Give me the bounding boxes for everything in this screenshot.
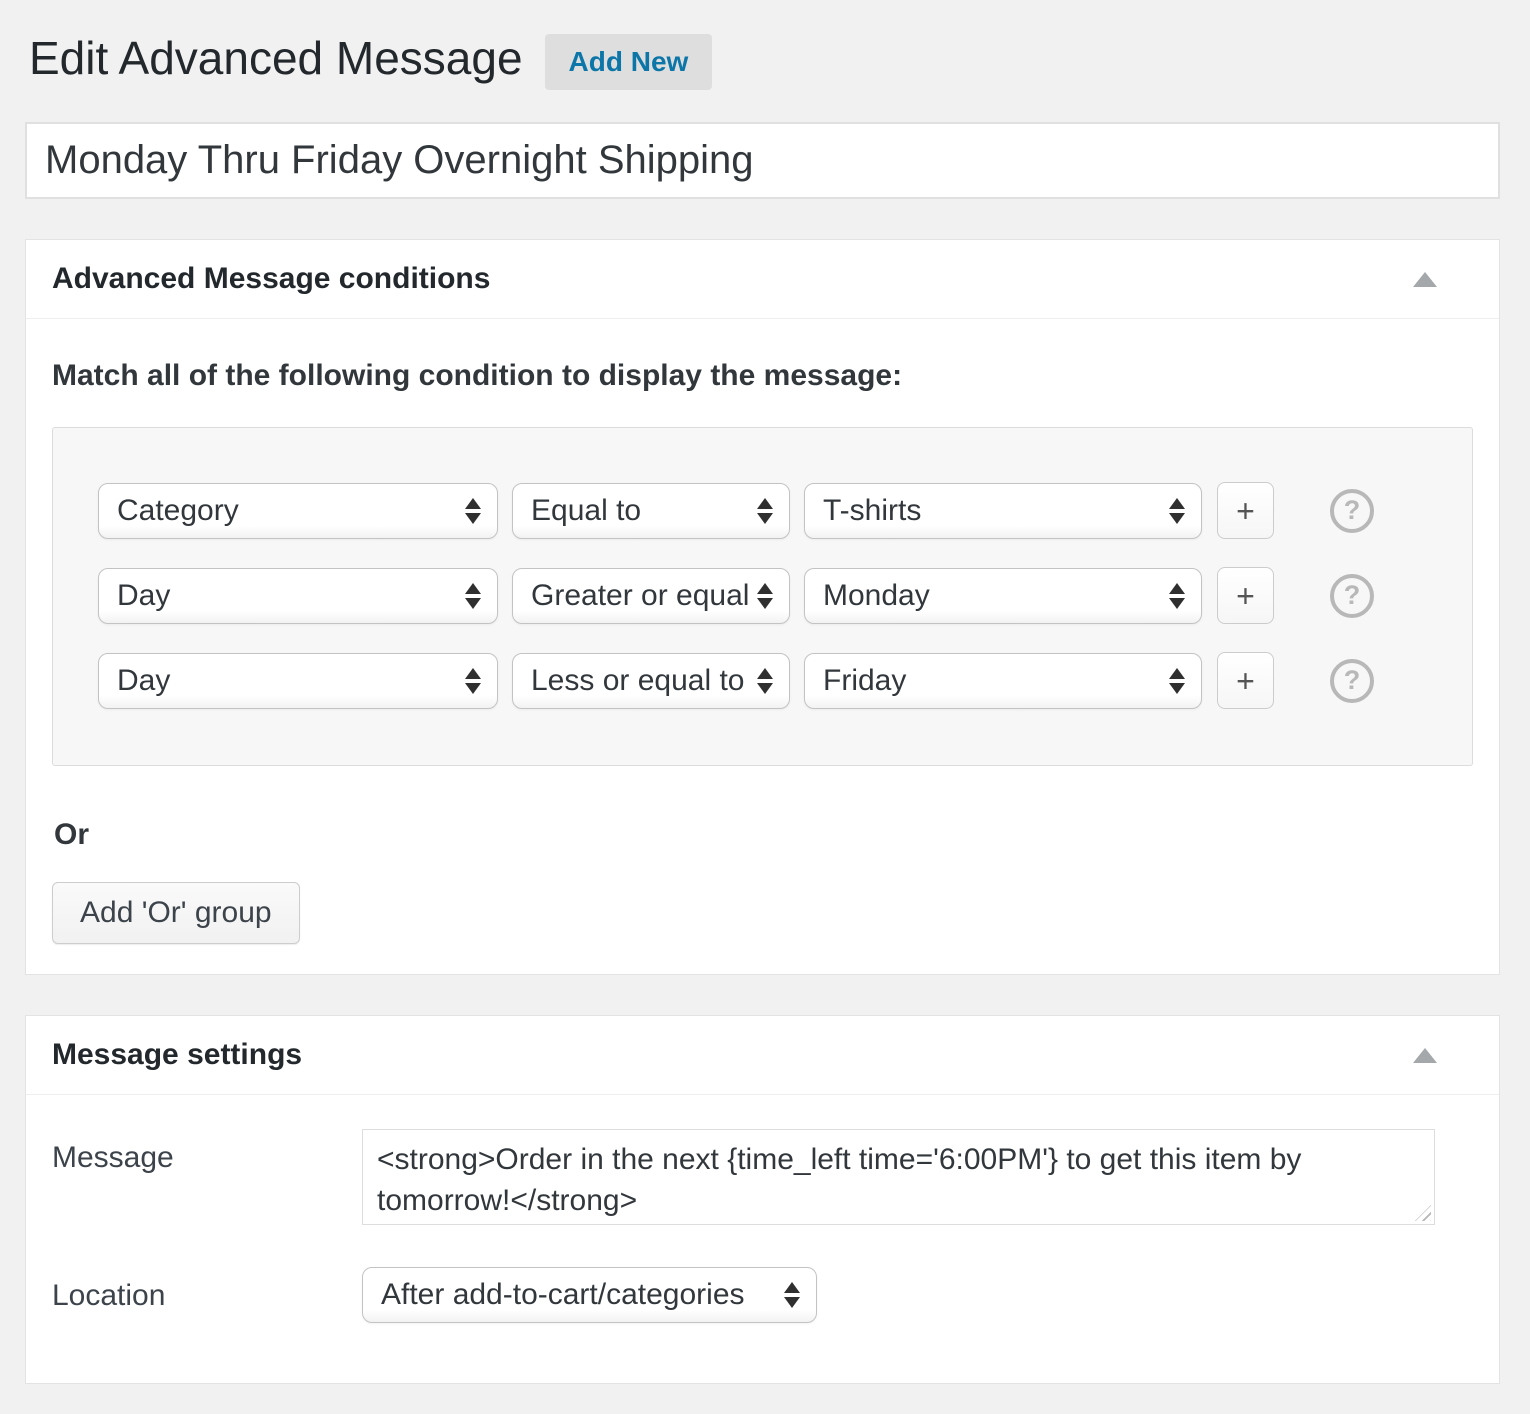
chevron-up-down-icon	[465, 668, 481, 694]
condition-field-select[interactable]: Day	[98, 568, 498, 624]
select-value: Friday	[823, 664, 906, 698]
select-value: After add-to-cart/categories	[381, 1278, 745, 1312]
chevron-up-down-icon	[757, 498, 773, 524]
post-title-input[interactable]	[25, 122, 1500, 199]
condition-operator-select[interactable]: Equal to	[512, 483, 790, 539]
page-header: Edit Advanced Message Add New	[29, 28, 1500, 90]
message-textarea[interactable]: <strong>Order in the next {time_left tim…	[362, 1129, 1435, 1225]
condition-operator-select[interactable]: Less or equal to	[512, 653, 790, 709]
condition-value-select[interactable]: Monday	[804, 568, 1202, 624]
select-value: Less or equal to	[531, 664, 744, 698]
select-value: Equal to	[531, 494, 641, 528]
triangle-up-icon	[1413, 272, 1437, 287]
condition-field-select[interactable]: Day	[98, 653, 498, 709]
triangle-up-icon	[1413, 1048, 1437, 1063]
chevron-up-down-icon	[757, 668, 773, 694]
condition-value-select[interactable]: T-shirts	[804, 483, 1202, 539]
select-value: Category	[117, 494, 239, 528]
chevron-up-down-icon	[784, 1282, 800, 1308]
add-new-button[interactable]: Add New	[545, 34, 713, 90]
conditions-metabox: Advanced Message conditions Match all of…	[25, 239, 1500, 975]
title-input-wrap	[25, 122, 1500, 199]
location-select[interactable]: After add-to-cart/categories	[362, 1267, 817, 1323]
settings-metabox: Message settings Message <strong>Order i…	[25, 1015, 1500, 1384]
chevron-up-down-icon	[1169, 498, 1185, 524]
condition-row: Category Equal to T-shirts + ?	[98, 482, 1450, 539]
location-label: Location	[52, 1267, 362, 1313]
message-textarea-wrap: <strong>Order in the next {time_left tim…	[362, 1129, 1435, 1225]
select-value: Day	[117, 579, 170, 613]
condition-value-select[interactable]: Friday	[804, 653, 1202, 709]
settings-metabox-body: Message <strong>Order in the next {time_…	[26, 1095, 1499, 1383]
settings-metabox-title: Message settings	[52, 1038, 302, 1072]
chevron-up-down-icon	[757, 583, 773, 609]
chevron-up-down-icon	[1169, 583, 1185, 609]
select-value: T-shirts	[823, 494, 921, 528]
help-icon[interactable]: ?	[1330, 489, 1374, 533]
conditions-collapse-toggle[interactable]	[1399, 264, 1451, 295]
select-value: Monday	[823, 579, 930, 613]
conditions-intro: Match all of the following condition to …	[52, 359, 1473, 393]
message-row: Message <strong>Order in the next {time_…	[52, 1129, 1473, 1225]
add-condition-button[interactable]: +	[1217, 482, 1274, 539]
conditions-metabox-title: Advanced Message conditions	[52, 262, 490, 296]
add-condition-button[interactable]: +	[1217, 567, 1274, 624]
help-icon[interactable]: ?	[1330, 574, 1374, 618]
select-value: Day	[117, 664, 170, 698]
settings-metabox-header: Message settings	[26, 1016, 1499, 1095]
or-label: Or	[54, 818, 1473, 852]
page-title: Edit Advanced Message	[29, 31, 523, 86]
add-condition-button[interactable]: +	[1217, 652, 1274, 709]
conditions-metabox-header: Advanced Message conditions	[26, 240, 1499, 319]
chevron-up-down-icon	[1169, 668, 1185, 694]
condition-operator-select[interactable]: Greater or equal	[512, 568, 790, 624]
condition-row: Day Less or equal to Friday + ?	[98, 652, 1450, 709]
chevron-up-down-icon	[465, 498, 481, 524]
select-value: Greater or equal	[531, 579, 749, 613]
chevron-up-down-icon	[465, 583, 481, 609]
condition-row: Day Greater or equal Monday + ?	[98, 567, 1450, 624]
add-or-group-button[interactable]: Add 'Or' group	[52, 882, 300, 944]
conditions-metabox-body: Match all of the following condition to …	[26, 319, 1499, 974]
help-icon[interactable]: ?	[1330, 659, 1374, 703]
message-label: Message	[52, 1129, 362, 1175]
location-row: Location After add-to-cart/categories	[52, 1267, 1473, 1323]
settings-collapse-toggle[interactable]	[1399, 1040, 1451, 1071]
condition-group: Category Equal to T-shirts + ? Day	[52, 427, 1473, 766]
condition-field-select[interactable]: Category	[98, 483, 498, 539]
